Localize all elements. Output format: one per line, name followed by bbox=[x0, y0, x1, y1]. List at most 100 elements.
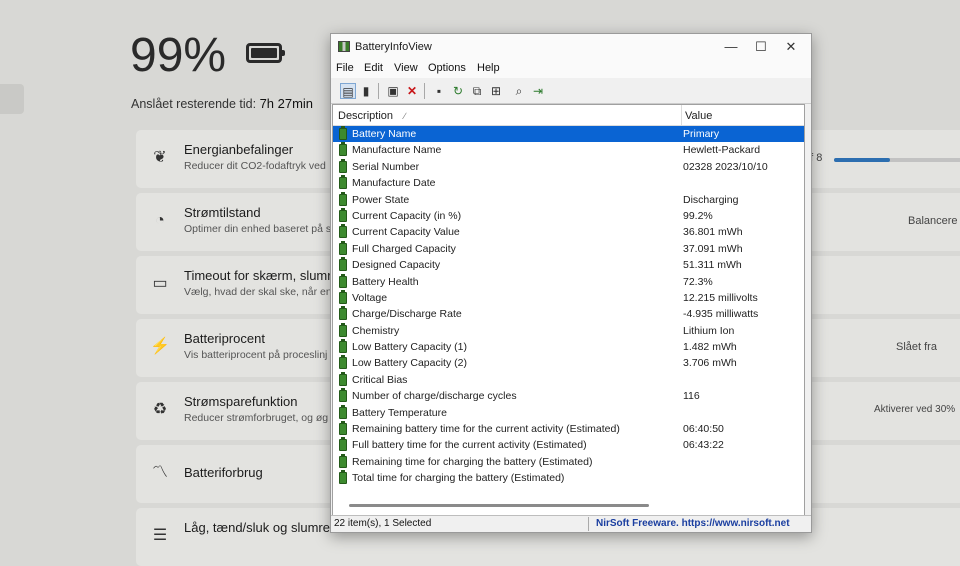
card-subtitle: Vælg, hvad der skal ske, når enh bbox=[184, 286, 338, 298]
table-row[interactable]: Voltage 12.215 millivolts bbox=[333, 289, 804, 306]
row-value: 72.3% bbox=[683, 275, 713, 288]
battery-log-icon[interactable]: ▮ bbox=[358, 83, 374, 99]
battery-icon bbox=[339, 388, 347, 403]
menu-edit[interactable]: Edit bbox=[364, 62, 383, 74]
row-value: 51.311 mWh bbox=[683, 259, 742, 272]
energy-progress-fill bbox=[834, 158, 890, 162]
table-row[interactable]: Low Battery Capacity (2) 3.706 mWh bbox=[333, 355, 804, 371]
table-row[interactable]: Remaining time for charging the battery … bbox=[333, 453, 804, 470]
row-value: 3.706 mWh bbox=[683, 357, 737, 370]
row-value: 37.091 mWh bbox=[683, 242, 743, 255]
row-description: Remaining time for charging the battery … bbox=[352, 455, 593, 468]
card-subtitle: Vis batteriprocent på proceslinj bbox=[184, 349, 328, 361]
table-row[interactable]: Remaining battery time for the current a… bbox=[333, 421, 804, 437]
card-title: Timeout for skærm, slumret bbox=[184, 268, 343, 283]
row-description: Battery Name bbox=[352, 128, 417, 140]
row-description: Low Battery Capacity (2) bbox=[352, 357, 467, 370]
battery-icon bbox=[339, 470, 347, 485]
column-divider[interactable] bbox=[681, 105, 682, 125]
table-row[interactable]: Battery Name Primary bbox=[333, 126, 804, 143]
battery-charge-icon: ⚡ bbox=[150, 338, 170, 355]
nav-edge bbox=[0, 84, 24, 114]
table-row[interactable]: Charge/Discharge Rate -4.935 milliwatts bbox=[333, 306, 804, 322]
row-value: 36.801 mWh bbox=[683, 226, 743, 239]
html-report-icon[interactable]: ⊞ bbox=[488, 83, 504, 99]
card-title: Batteriforbrug bbox=[184, 465, 263, 480]
table-row[interactable]: Manufacture Name Hewlett-Packard bbox=[333, 142, 804, 158]
table-row[interactable]: Chemistry Lithium Ion bbox=[333, 322, 804, 339]
table-row[interactable]: Full Charged Capacity 37.091 mWh bbox=[333, 240, 804, 257]
table-row[interactable]: Current Capacity (in %) 99.2% bbox=[333, 207, 804, 224]
battery-icon bbox=[339, 207, 347, 222]
row-value: 02328 2023/10/10 bbox=[683, 160, 768, 173]
table-row[interactable]: Serial Number 02328 2023/10/10 bbox=[333, 158, 804, 175]
find-icon[interactable]: ⌕ bbox=[511, 83, 527, 99]
table-row[interactable]: Full battery time for the current activi… bbox=[333, 437, 804, 453]
table-row[interactable]: Critical Bias bbox=[333, 371, 804, 388]
window-title: BatteryInfoView bbox=[355, 41, 432, 53]
row-value: Lithium Ion bbox=[683, 324, 735, 337]
menu-file[interactable]: File bbox=[336, 62, 354, 74]
battery-saver-threshold[interactable]: Aktiverer ved 30% bbox=[874, 404, 955, 415]
row-description: Current Capacity (in %) bbox=[352, 209, 462, 222]
toolbar: ▤ ▮ ▣ ✕ ▪ ↻ ⧉ ⊞ ⌕ ⇥ bbox=[331, 79, 811, 104]
save-icon[interactable]: ▪ bbox=[431, 83, 447, 99]
table-row[interactable]: Manufacture Date bbox=[333, 175, 804, 191]
menu-bar: File Edit View Options Help bbox=[331, 60, 811, 78]
menu-help[interactable]: Help bbox=[477, 62, 500, 74]
battery-percent-toggle-label[interactable]: Slået fra bbox=[896, 341, 937, 353]
maximize-button[interactable]: ☐ bbox=[747, 37, 775, 57]
menu-options[interactable]: Options bbox=[428, 62, 466, 74]
minimize-button[interactable]: — bbox=[717, 37, 745, 57]
battery-info-list[interactable]: Description ∕ Value Battery Name Primary M… bbox=[332, 104, 805, 516]
column-description[interactable]: Description bbox=[338, 110, 393, 122]
close-button[interactable]: ✕ bbox=[777, 37, 805, 57]
row-description: Manufacture Name bbox=[352, 144, 442, 157]
remaining-value: 7h 27min bbox=[259, 96, 314, 111]
row-value: 06:40:50 bbox=[683, 423, 724, 436]
row-description: Full battery time for the current activi… bbox=[352, 439, 587, 452]
table-row[interactable]: Designed Capacity 51.311 mWh bbox=[333, 257, 804, 273]
table-row[interactable]: Low Battery Capacity (1) 1.482 mWh bbox=[333, 339, 804, 355]
exit-icon[interactable]: ⇥ bbox=[530, 83, 546, 99]
battery-info-view-icon[interactable]: ▤ bbox=[340, 83, 356, 99]
list-rows: Battery Name Primary Manufacture Name Hewle… bbox=[333, 126, 804, 487]
row-description: Designed Capacity bbox=[352, 259, 441, 272]
properties-icon[interactable]: ▣ bbox=[385, 83, 401, 99]
title-bar[interactable]: BatteryInfoView — ☐ ✕ bbox=[331, 34, 811, 60]
row-value: 116 bbox=[683, 390, 700, 403]
battery-icon bbox=[339, 175, 347, 190]
list-icon: ☰ bbox=[152, 527, 168, 544]
row-value: Hewlett-Packard bbox=[683, 144, 761, 157]
column-value[interactable]: Value bbox=[685, 110, 712, 122]
table-row[interactable]: Power State Discharging bbox=[333, 191, 804, 208]
battery-icon bbox=[339, 339, 347, 354]
card-subtitle: Optimer din enhed baseret på s bbox=[184, 223, 332, 235]
delete-icon[interactable]: ✕ bbox=[404, 83, 420, 99]
card-title: Energianbefalinger bbox=[184, 142, 294, 157]
table-row[interactable]: Total time for charging the battery (Est… bbox=[333, 470, 804, 486]
status-divider bbox=[588, 517, 589, 531]
row-value: 06:43:22 bbox=[683, 439, 724, 452]
refresh-icon[interactable]: ↻ bbox=[450, 83, 466, 99]
menu-view[interactable]: View bbox=[394, 62, 418, 74]
table-row[interactable]: Battery Temperature bbox=[333, 404, 804, 421]
battery-icon bbox=[339, 289, 347, 304]
power-mode-dropdown[interactable]: Balancere bbox=[908, 215, 958, 227]
row-description: Manufacture Date bbox=[352, 177, 436, 190]
battery-icon bbox=[339, 404, 347, 419]
battery-icon bbox=[339, 437, 347, 452]
table-row[interactable]: Current Capacity Value 36.801 mWh bbox=[333, 224, 804, 240]
list-header: Description ∕ Value bbox=[333, 105, 804, 126]
row-value: 1.482 mWh bbox=[683, 341, 737, 354]
table-row[interactable]: Battery Health 72.3% bbox=[333, 273, 804, 290]
status-item-count: 22 item(s), 1 Selected bbox=[334, 518, 432, 529]
nirsoft-link[interactable]: NirSoft Freeware. https://www.nirsoft.ne… bbox=[596, 518, 790, 529]
copy-icon[interactable]: ⧉ bbox=[469, 83, 485, 99]
battery-icon bbox=[339, 421, 347, 436]
horizontal-scrollbar[interactable] bbox=[349, 504, 649, 507]
card-subtitle: Reducer strømforbruget, og øg bbox=[184, 412, 329, 424]
battery-icon bbox=[339, 126, 347, 140]
table-row[interactable]: Number of charge/discharge cycles 116 bbox=[333, 388, 804, 404]
batteryinfoview-window[interactable]: BatteryInfoView — ☐ ✕ File Edit View Opt… bbox=[330, 33, 812, 533]
